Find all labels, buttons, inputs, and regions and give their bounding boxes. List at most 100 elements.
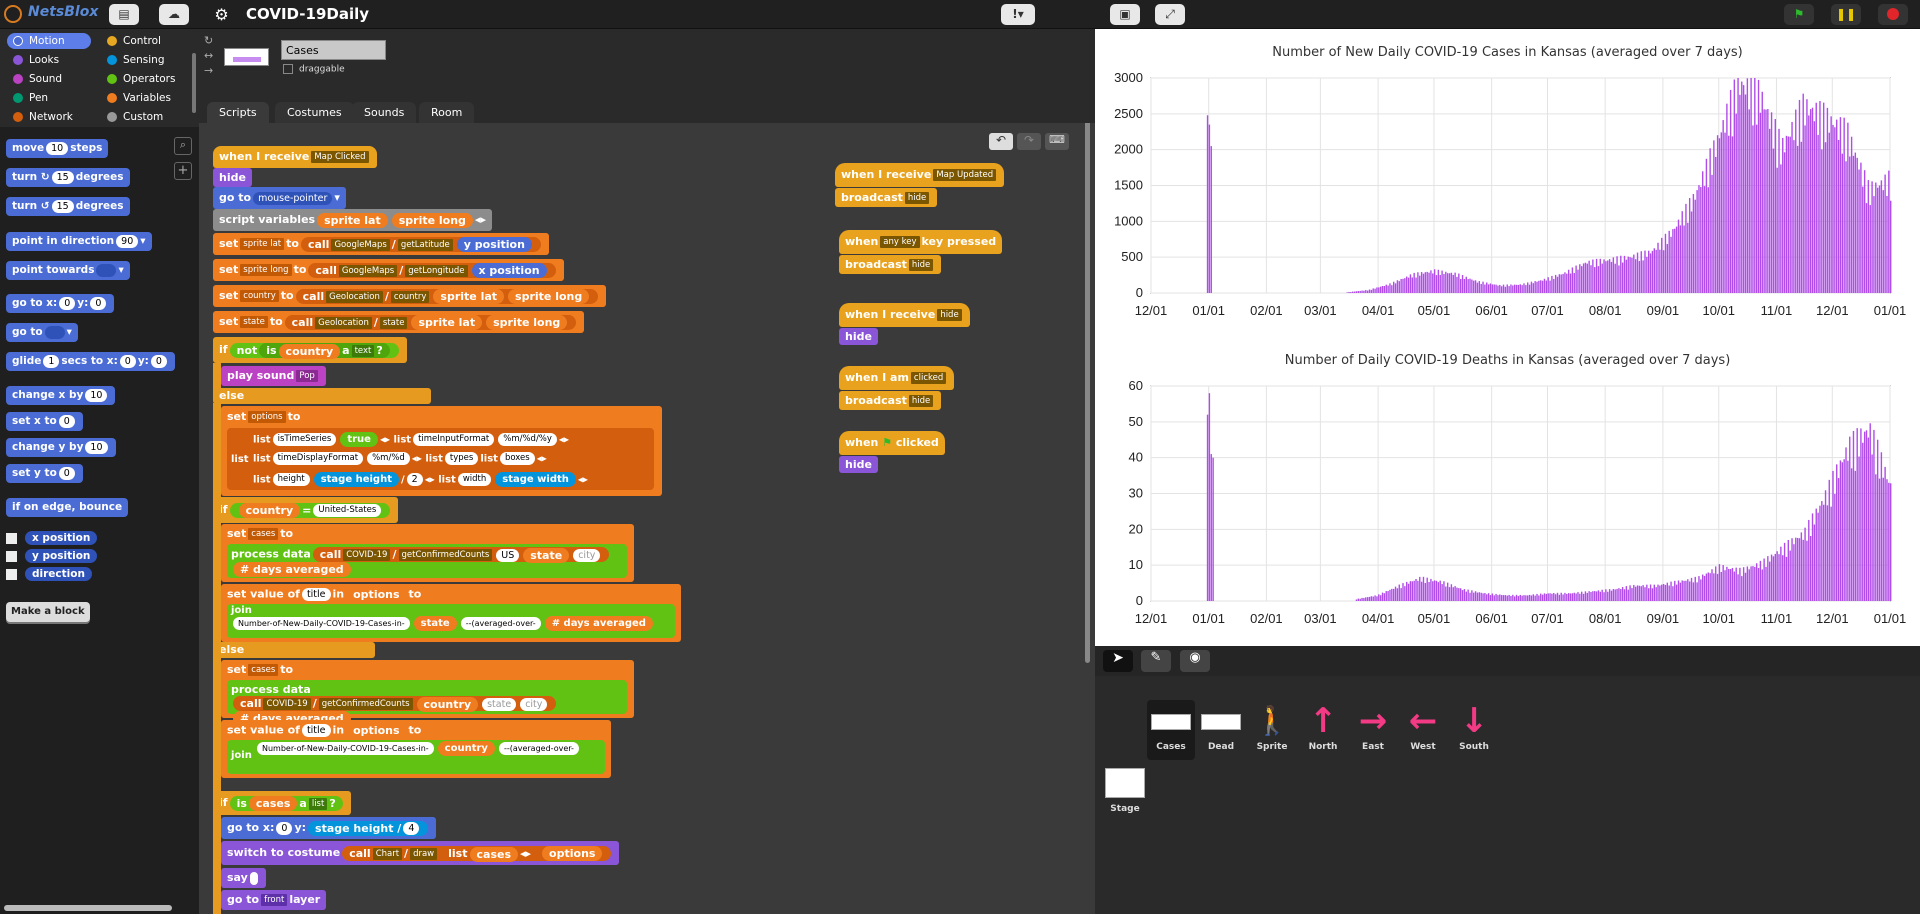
y-position-reporter[interactable]: y position [6, 549, 98, 563]
when-receive-hide-hat[interactable]: when I receive hide [839, 303, 970, 327]
category-looks[interactable]: Looks [7, 52, 91, 68]
if-country-equals-block[interactable]: if country = United-States [213, 497, 399, 523]
point-direction-block[interactable]: point in direction 90 ▾ [6, 232, 152, 251]
when-receive-map-updated-hat[interactable]: when I receive Map Updated [835, 163, 1005, 187]
fullscreen-button[interactable]: ⤢ [1155, 4, 1185, 25]
category-control[interactable]: Control [101, 33, 185, 49]
broadcast-hide-block[interactable]: broadcast hide [835, 188, 938, 207]
stop-button[interactable] [1878, 4, 1908, 25]
pause-button[interactable]: ❚❚ [1831, 4, 1861, 25]
say-block[interactable]: say [221, 868, 266, 888]
scripts-vscroll[interactable] [1085, 123, 1090, 663]
rotation-style-icons[interactable]: ↻ ↔ → [204, 33, 213, 78]
hide-block[interactable]: hide [213, 168, 252, 187]
sprite-item-south[interactable]: ↓ South [1450, 700, 1498, 760]
go-to-block[interactable]: go to ▾ [6, 323, 78, 342]
edge-bounce-block[interactable]: if on edge, bounce [6, 498, 129, 517]
play-sound-block[interactable]: play sound Pop [221, 366, 326, 386]
glide-block[interactable]: glide 1 secs to x: 0 y: 0 [6, 352, 175, 371]
tab-room[interactable]: Room [419, 102, 475, 123]
move-steps-block[interactable]: move 10 steps [6, 139, 109, 158]
keyboard-button[interactable]: ⌨ [1045, 133, 1069, 150]
x-position-reporter[interactable]: x position [6, 531, 98, 545]
category-variables[interactable]: Variables [101, 90, 185, 106]
hide-block-3[interactable]: hide [839, 456, 878, 473]
category-pen[interactable]: Pen [7, 90, 91, 106]
point-towards-block[interactable]: point towards ▾ [6, 261, 130, 280]
turn-clockwise-block[interactable]: turn ↻ 15 degrees [6, 168, 130, 187]
script-variables-block[interactable]: script variables sprite lat sprite long ◂▸ [213, 209, 492, 231]
camera-sprite-button[interactable]: ◉ [1180, 650, 1210, 672]
cursor-mode-button[interactable]: ➤ [1103, 650, 1133, 672]
category-custom[interactable]: Custom [101, 109, 185, 125]
broadcast-hide-block-2[interactable]: broadcast hide [839, 255, 942, 274]
make-a-block-button[interactable]: Make a block [6, 602, 90, 622]
go-to-block[interactable]: go to mouse-pointer ▾ [213, 187, 346, 209]
when-receive-hat[interactable]: when I receive Map Clicked [213, 146, 377, 168]
redo-button[interactable]: ↷ [1017, 133, 1041, 150]
palette-vscroll[interactable] [192, 53, 196, 113]
set-title-us-block[interactable]: set value of title in options to join Number-… [221, 584, 681, 642]
set-y-block[interactable]: set y to 0 [6, 464, 83, 483]
if-not-text-block[interactable]: if not is country a text? [213, 337, 407, 363]
draggable-checkbox[interactable] [283, 64, 293, 74]
broadcast-hide-block-3[interactable]: broadcast hide [839, 391, 942, 410]
go-to-xy-script-block[interactable]: go to x: 0 y: stage height /4 [221, 817, 437, 839]
change-y-block[interactable]: change y by 10 [6, 438, 116, 457]
set-sprite-long-block[interactable]: set sprite long to call GoogleMaps / getLongit… [213, 259, 564, 281]
scripts-area[interactable]: ↶ ↷ ⌨ when I receive Map Clicked hide go … [199, 123, 1095, 914]
checkbox[interactable] [6, 532, 17, 544]
checkbox[interactable] [6, 568, 17, 580]
set-state-block[interactable]: set state to call Geolocation / state sprite la… [213, 311, 585, 333]
sprite-item-dead[interactable]: Dead [1197, 700, 1245, 760]
checkbox[interactable] [6, 550, 17, 562]
undo-button[interactable]: ↶ [989, 133, 1013, 150]
set-cases-country-block[interactable]: set cases to process datacall COVID-19/getC… [221, 660, 634, 726]
category-sensing[interactable]: Sensing [101, 52, 185, 68]
sprite-item-east[interactable]: → East [1349, 700, 1397, 760]
go-to-xy-block[interactable]: go to x: 0 y: 0 [6, 294, 115, 313]
stage[interactable]: Number of New Daily COVID-19 Cases in Ka… [1095, 29, 1920, 646]
change-x-block[interactable]: change x by 10 [6, 386, 116, 405]
set-sprite-lat-block[interactable]: set sprite lat to call GoogleMaps / getLatitud… [213, 233, 549, 255]
file-menu-button[interactable]: ▤ [109, 4, 139, 25]
category-motion[interactable]: Motion [7, 33, 91, 49]
stage-icon[interactable]: Stage [1105, 768, 1145, 824]
category-sound[interactable]: Sound [7, 71, 91, 87]
unused-blocks-button[interactable]: !▾ [1001, 4, 1035, 25]
green-flag-button[interactable]: ⚑ [1784, 4, 1814, 25]
category-network[interactable]: Network [7, 109, 91, 125]
direction-reporter[interactable]: direction [6, 567, 92, 581]
cloud-menu-button[interactable]: ☁ [159, 4, 189, 25]
when-i-am-clicked-hat[interactable]: when I am clicked [839, 366, 955, 390]
hide-block-2[interactable]: hide [839, 328, 878, 345]
when-key-pressed-hat[interactable]: when any key key pressed [839, 230, 1003, 254]
sprite-item-west[interactable]: ← West [1399, 700, 1447, 760]
netsblox-logo-icon[interactable] [4, 5, 22, 23]
sprite-item-north[interactable]: ↑ North [1299, 700, 1347, 760]
set-cases-us-block[interactable]: set cases to process data call COVID-19/getC… [221, 524, 634, 582]
set-country-block[interactable]: set country to call Geolocation / country sprit… [213, 285, 607, 307]
go-to-front-layer-block[interactable]: go to front layer [221, 890, 327, 910]
settings-button[interactable]: ⚙ [208, 4, 235, 25]
set-x-block[interactable]: set x to 0 [6, 412, 83, 431]
tab-sounds[interactable]: Sounds [352, 102, 417, 123]
when-flag-clicked-hat[interactable]: when ⚑ clicked [839, 431, 945, 455]
sprite-item-cases[interactable]: Cases [1147, 700, 1195, 760]
tab-costumes[interactable]: Costumes [275, 102, 354, 123]
set-title-country-block[interactable]: set value of title in options to join Number-… [221, 720, 611, 778]
sprite-name-field[interactable]: Cases [281, 40, 386, 60]
palette-scrollbar[interactable] [4, 905, 172, 911]
if-cases-list-block[interactable]: if is cases a list? [213, 791, 351, 815]
category-operators[interactable]: Operators [101, 71, 185, 87]
tab-scripts[interactable]: Scripts [207, 102, 269, 123]
switch-costume-block[interactable]: switch to costume call Chart / draw list cases… [221, 841, 620, 865]
app-logo-text[interactable]: NetsBlox [28, 4, 98, 20]
paint-new-sprite-button[interactable]: ✎ [1141, 650, 1171, 672]
stage-size-button[interactable]: ▣ [1110, 4, 1140, 25]
options-list-block[interactable]: set options to list list isTimeSeries true ◂▸… [221, 406, 662, 496]
palette-add-icon[interactable]: + [174, 162, 192, 180]
draggable-toggle[interactable]: draggable [283, 64, 345, 75]
sprite-item-sprite[interactable]: 🚶 Sprite [1248, 700, 1296, 760]
turn-counterclockwise-block[interactable]: turn ↺ 15 degrees [6, 197, 130, 216]
